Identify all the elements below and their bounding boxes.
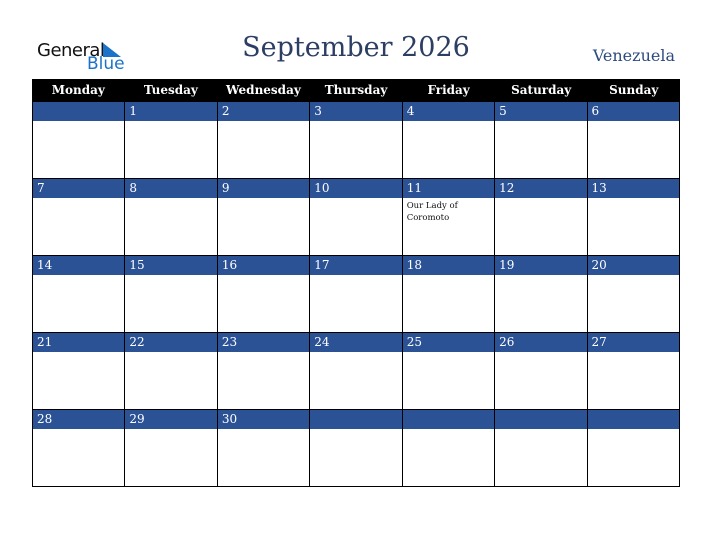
day-number: 22 [125,332,217,352]
weekday-friday: Friday [427,83,470,97]
day-cell[interactable]: 2 [216,101,310,178]
day-cell[interactable]: 21 [32,332,125,409]
day-number: 17 [310,255,402,275]
day-cell[interactable]: 7 [32,178,125,255]
week-row: 28 29 30 [32,409,680,486]
day-cell[interactable]: 20 [586,255,680,332]
day-number: 25 [402,332,495,352]
day-number: 1 [125,101,217,121]
day-number: 14 [33,255,125,275]
day-cell[interactable]: 29 [124,409,217,486]
day-cell[interactable]: 8 [124,178,217,255]
day-number: 4 [402,101,495,121]
day-cell[interactable]: 14 [32,255,125,332]
weekday-monday: Monday [51,83,105,97]
day-number: 29 [125,409,217,429]
day-number [402,409,495,429]
day-cell[interactable]: 5 [494,101,587,178]
day-number: 24 [310,332,402,352]
day-cell[interactable]: 16 [216,255,310,332]
day-cell[interactable]: 6 [586,101,680,178]
day-cell[interactable] [401,409,495,486]
day-cell[interactable] [586,409,680,486]
day-number: 6 [587,101,679,121]
day-number: 21 [33,332,125,352]
day-number: 28 [33,409,125,429]
day-number: 18 [402,255,495,275]
day-cell[interactable]: 12 [494,178,587,255]
day-number: 20 [587,255,679,275]
week-row: 21 22 23 24 25 26 27 [32,332,680,409]
holiday-event: Our Lady of Coromoto [406,201,458,223]
day-number [495,409,587,429]
day-number: 30 [217,409,310,429]
weekday-header: Monday Tuesday Wednesday Thursday Friday Satu… [32,79,680,101]
day-cell[interactable]: 11 Our Lady of Coromoto [401,178,495,255]
day-number [587,409,679,429]
day-cell[interactable]: 23 [216,332,310,409]
day-number: 13 [587,178,679,198]
day-cell[interactable]: 19 [494,255,587,332]
weekday-sunday: Sunday [609,83,659,97]
day-number: 2 [217,101,310,121]
week-row: 123456 [32,101,680,178]
day-cell[interactable]: 17 [309,255,402,332]
day-number: 12 [495,178,587,198]
day-cell[interactable]: 26 [494,332,587,409]
grid-bottom-border [32,486,680,487]
week-row: 7 8 9 10 11 Our Lady of Coromoto 12 13 [32,178,680,255]
day-number: 26 [495,332,587,352]
country-label: Venezuela [592,46,675,65]
weekday-wednesday: Wednesday [226,83,301,97]
day-number: 5 [495,101,587,121]
day-cell[interactable]: 28 [32,409,125,486]
weekday-tuesday: Tuesday [143,83,198,97]
day-cell[interactable] [309,409,402,486]
day-number: 8 [125,178,217,198]
day-cell[interactable]: 27 [586,332,680,409]
day-number: 15 [125,255,217,275]
week-row: 14 15 16 17 18 19 20 [32,255,680,332]
day-number: 23 [217,332,310,352]
day-number: 27 [587,332,679,352]
day-number: 10 [310,178,402,198]
weekday-saturday: Saturday [511,83,572,97]
day-number: 9 [217,178,310,198]
day-cell[interactable]: 15 [124,255,217,332]
day-number: 11 [402,178,495,198]
calendar-grid: Monday Tuesday Wednesday Thursday Friday Satu… [32,79,680,487]
day-cell[interactable]: 25 [401,332,495,409]
day-cell[interactable]: 22 [124,332,217,409]
day-number: 19 [495,255,587,275]
day-number: 16 [217,255,310,275]
day-cell[interactable]: 1 [124,101,217,178]
day-cell[interactable]: 18 [401,255,495,332]
day-number [310,409,402,429]
day-cell[interactable] [494,409,587,486]
day-number: 3 [310,101,402,121]
day-cell[interactable]: 13 [586,178,680,255]
day-cell[interactable]: 30 [216,409,310,486]
day-cell[interactable]: 9 [216,178,310,255]
weekday-thursday: Thursday [324,83,388,97]
day-number [33,101,125,121]
day-cell[interactable] [32,101,125,178]
day-cell[interactable]: 3 [309,101,402,178]
day-cell[interactable]: 24 [309,332,402,409]
day-cell[interactable]: 10 [309,178,402,255]
day-number: 7 [33,178,125,198]
day-cell[interactable]: 4 [401,101,495,178]
